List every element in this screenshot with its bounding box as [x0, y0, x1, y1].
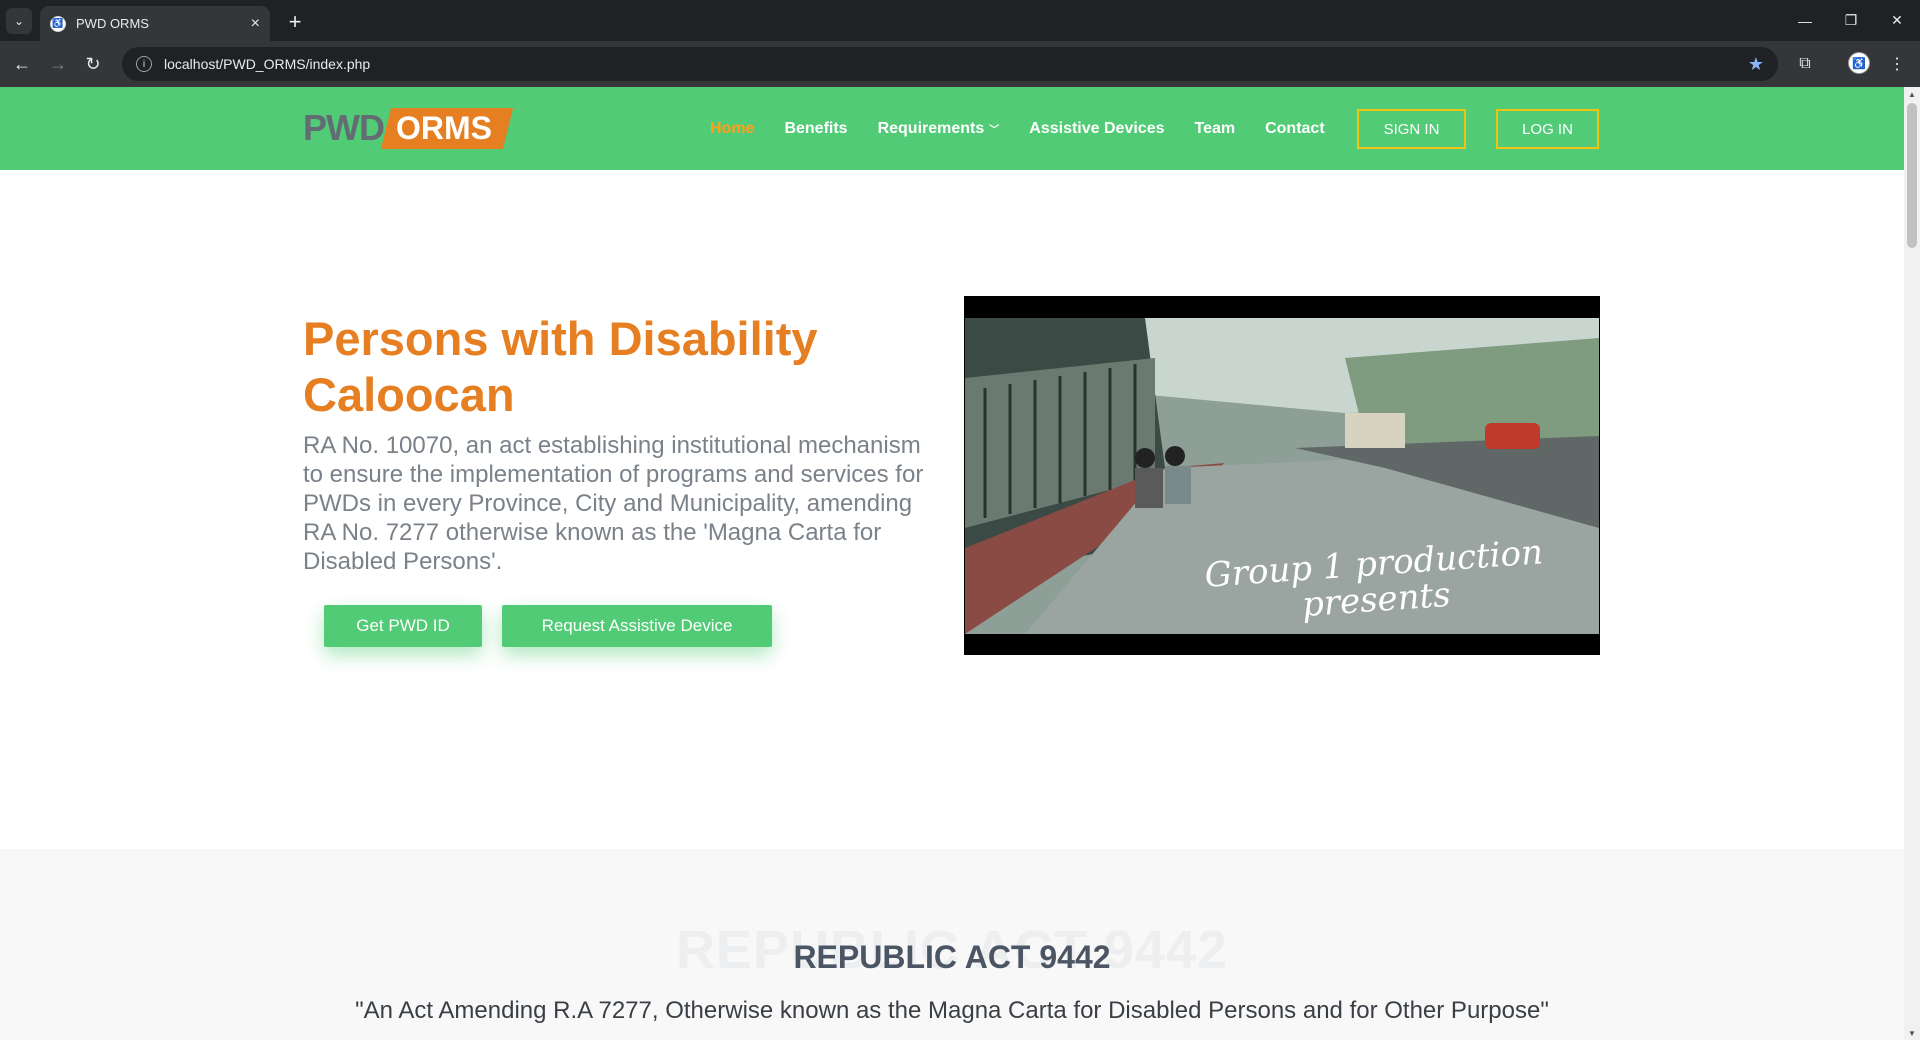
- favicon-icon: ♿: [50, 15, 66, 32]
- page-scrollbar[interactable]: ▲ ▼: [1904, 87, 1920, 1040]
- close-tab-icon[interactable]: ×: [251, 15, 260, 32]
- hero-description: RA No. 10070, an act establishing instit…: [303, 432, 924, 575]
- browser-toolbar: ← → ↻ i localhost/PWD_ORMS/index.php ★ ⧉…: [0, 41, 1920, 87]
- back-icon[interactable]: ←: [8, 50, 36, 78]
- viewport: ⌄ ♿ PWD ORMS × + — ❐ ✕ ← → ↻ i localhost…: [0, 0, 1920, 1040]
- site-header: PWD ORMS Home Benefits Requirements ﹀ As…: [0, 87, 1904, 170]
- tab-title: PWD ORMS: [76, 16, 149, 31]
- scroll-up-icon[interactable]: ▲: [1904, 87, 1920, 101]
- get-pwd-id-button[interactable]: Get PWD ID: [324, 605, 482, 647]
- section-title: REPUBLIC ACT 9442: [793, 939, 1111, 975]
- url-text[interactable]: localhost/PWD_ORMS/index.php: [164, 56, 1748, 72]
- intro-video-player[interactable]: Group 1 production presents: [964, 296, 1600, 655]
- request-assistive-device-button[interactable]: Request Assistive Device: [502, 605, 772, 647]
- forward-icon[interactable]: →: [44, 50, 72, 78]
- site-info-icon[interactable]: i: [136, 56, 152, 72]
- profile-avatar-icon[interactable]: ♿: [1848, 52, 1870, 74]
- hero-title: Persons with Disability Caloocan: [303, 312, 818, 421]
- chevron-down-icon: ﹀: [989, 125, 1000, 136]
- logo-text-orms-badge: ORMS: [380, 107, 514, 149]
- nav-requirements[interactable]: Requirements ﹀: [878, 120, 1000, 138]
- address-bar[interactable]: i localhost/PWD_ORMS/index.php ★: [122, 47, 1778, 81]
- nav-home[interactable]: Home: [710, 120, 754, 138]
- nav-team[interactable]: Team: [1194, 120, 1235, 138]
- nav-assistive-devices[interactable]: Assistive Devices: [1029, 120, 1164, 138]
- window-controls: — ❐ ✕: [1782, 0, 1920, 41]
- new-tab-icon[interactable]: +: [282, 9, 308, 35]
- browser-tab-strip: ⌄ ♿ PWD ORMS × + — ❐ ✕: [0, 0, 1920, 41]
- minimize-icon[interactable]: —: [1782, 0, 1828, 41]
- section-subtitle: "An Act Amending R.A 7277, Otherwise kno…: [355, 997, 1549, 1024]
- bookmark-star-icon[interactable]: ★: [1748, 54, 1764, 75]
- menu-icon[interactable]: ⋮: [1883, 50, 1911, 78]
- nav-requirements-label: Requirements: [877, 119, 985, 137]
- main-nav: Home Benefits Requirements ﹀ Assistive D…: [710, 87, 1355, 170]
- logo-text-orms: ORMS: [396, 109, 492, 146]
- close-window-icon[interactable]: ✕: [1874, 0, 1920, 41]
- logo-text-pwd: PWD: [303, 107, 385, 148]
- reload-icon[interactable]: ↻: [79, 50, 107, 78]
- extensions-icon[interactable]: ⧉: [1791, 50, 1819, 78]
- sign-in-button[interactable]: SIGN IN: [1357, 109, 1466, 149]
- web-page: PWD ORMS Home Benefits Requirements ﹀ As…: [0, 87, 1904, 1040]
- browser-tab[interactable]: ♿ PWD ORMS ×: [40, 6, 270, 41]
- restore-icon[interactable]: ❐: [1828, 0, 1874, 41]
- site-logo[interactable]: PWD ORMS: [303, 107, 514, 149]
- scrollbar-thumb[interactable]: [1907, 103, 1917, 248]
- tab-search-icon[interactable]: ⌄: [6, 8, 32, 34]
- video-frame: Group 1 production presents: [965, 318, 1599, 634]
- nav-contact[interactable]: Contact: [1265, 120, 1325, 138]
- nav-benefits[interactable]: Benefits: [784, 120, 847, 138]
- republic-act-section: REPUBLIC ACT 9442 REPUBLIC ACT 9442 "An …: [0, 849, 1904, 1040]
- scroll-down-icon[interactable]: ▼: [1904, 1026, 1920, 1040]
- log-in-button[interactable]: LOG IN: [1496, 109, 1599, 149]
